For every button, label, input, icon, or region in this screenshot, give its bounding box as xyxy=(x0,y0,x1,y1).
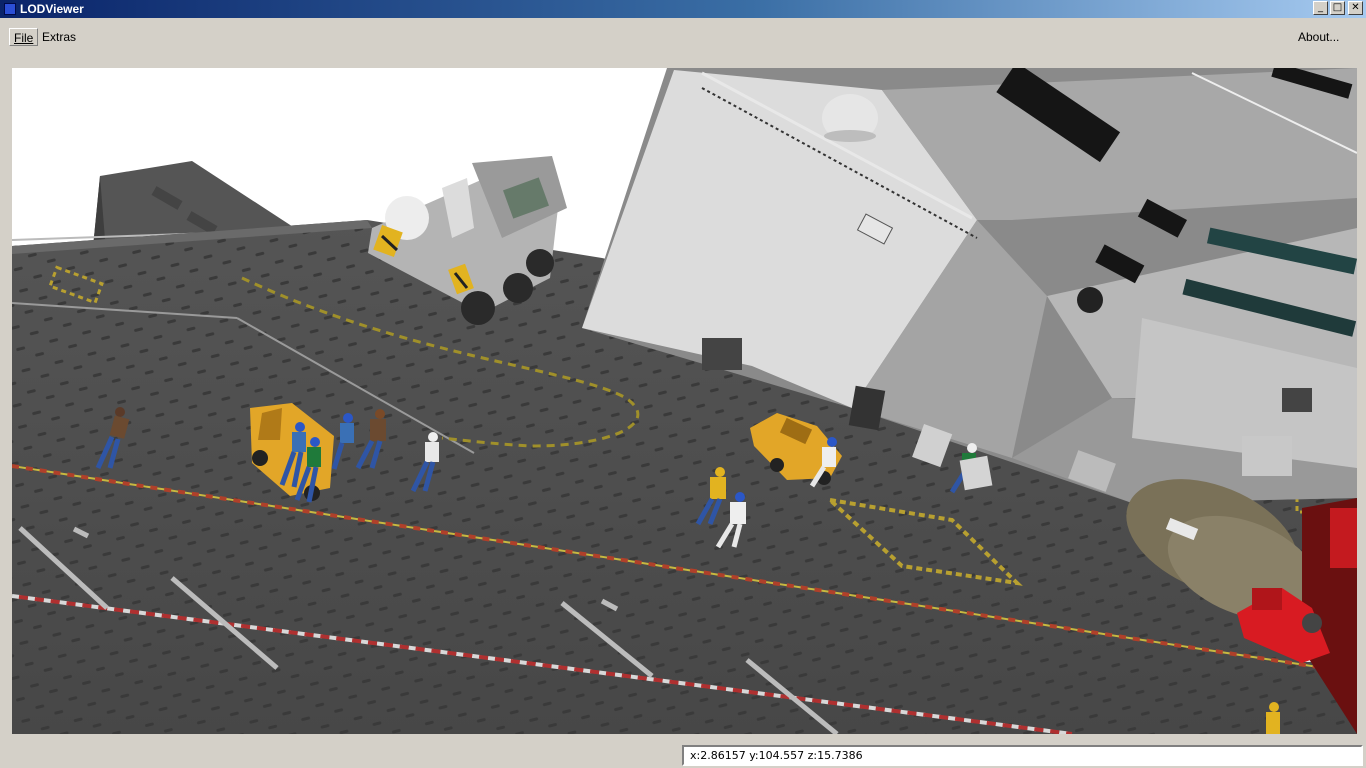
maximize-button[interactable]: □ xyxy=(1330,1,1345,15)
scene-render xyxy=(12,68,1357,734)
menu-bar: File Extras About... xyxy=(0,26,1366,48)
menu-about[interactable]: About... xyxy=(1294,28,1343,46)
window-title: LODViewer xyxy=(20,2,84,16)
close-button[interactable]: ✕ xyxy=(1348,1,1363,15)
minimize-button[interactable]: _ xyxy=(1313,1,1328,15)
menu-extras[interactable]: Extras xyxy=(38,28,80,46)
coordinates-field[interactable]: x:2.86157 y:104.557 z:15.7386 xyxy=(682,745,1363,766)
app-icon[interactable] xyxy=(4,3,16,15)
title-bar[interactable]: LODViewer _ □ ✕ xyxy=(0,0,1366,18)
menu-file[interactable]: File xyxy=(9,28,39,46)
3d-viewport[interactable] xyxy=(12,68,1357,734)
